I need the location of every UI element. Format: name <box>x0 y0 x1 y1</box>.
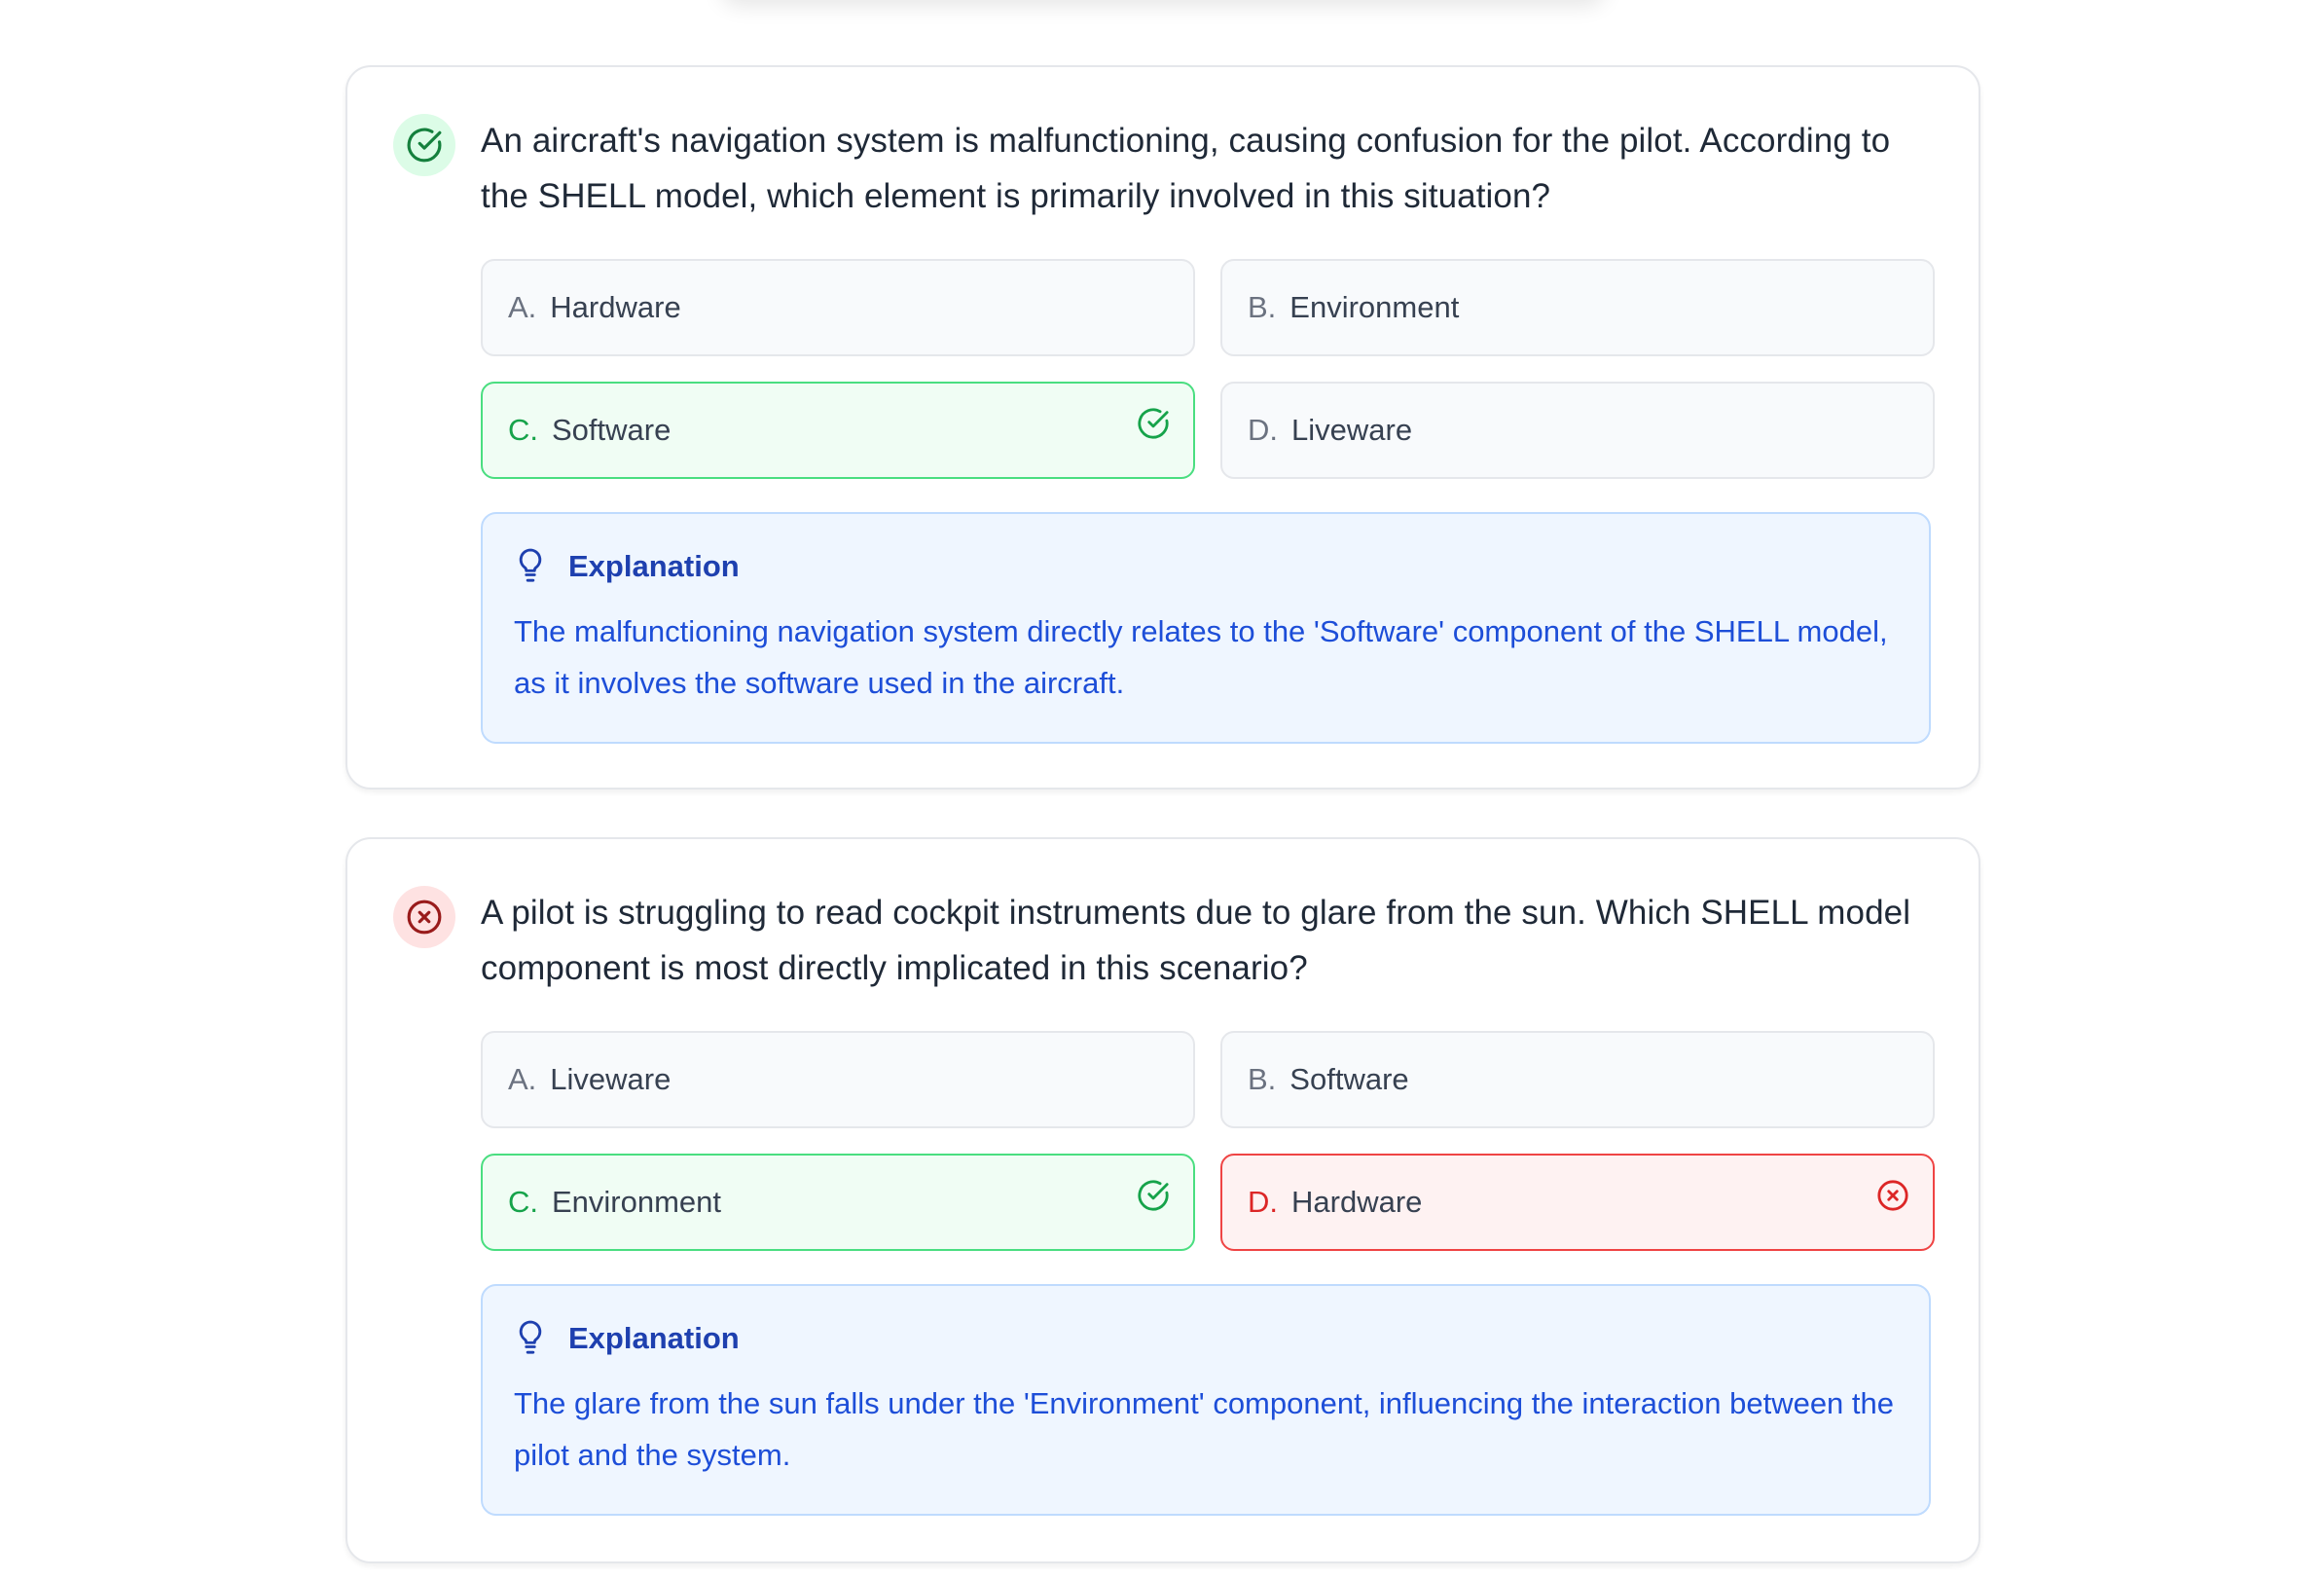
explanation-header: Explanation <box>514 1319 1898 1358</box>
option-c[interactable]: C. Environment <box>481 1154 1195 1251</box>
question-card: An aircraft's navigation system is malfu… <box>345 65 1980 790</box>
option-b[interactable]: B. Environment <box>1220 259 1935 356</box>
option-label: Liveware <box>550 1062 672 1096</box>
explanation-title: Explanation <box>568 1321 740 1355</box>
option-letter: D. <box>1248 1185 1278 1219</box>
option-letter: A. <box>508 290 537 324</box>
options-grid: A. Liveware B. Software C. Environment D… <box>481 1031 1935 1251</box>
option-letter: D. <box>1248 413 1278 447</box>
option-label: Software <box>552 413 672 447</box>
check-circle-icon <box>1138 1180 1169 1211</box>
option-label: Hardware <box>1291 1185 1423 1219</box>
lightbulb-icon <box>519 1320 542 1354</box>
explanation-box: Explanation The glare from the sun falls… <box>481 1284 1931 1516</box>
option-a[interactable]: A. Hardware <box>481 259 1195 356</box>
option-a[interactable]: A. Liveware <box>481 1031 1195 1128</box>
option-label: Hardware <box>550 290 681 324</box>
option-letter: C. <box>508 1185 538 1219</box>
option-label: Liveware <box>1291 413 1413 447</box>
option-letter: C. <box>508 413 538 447</box>
option-b[interactable]: B. Software <box>1220 1031 1935 1128</box>
check-circle-icon <box>393 114 455 176</box>
x-circle-icon <box>393 886 455 948</box>
question-text: An aircraft's navigation system is malfu… <box>481 122 1891 215</box>
options-grid: A. Hardware B. Environment C. Software D… <box>481 259 1935 479</box>
option-d[interactable]: D. Hardware <box>1220 1154 1935 1251</box>
check-circle-icon <box>1138 408 1169 439</box>
explanation-title: Explanation <box>568 549 740 583</box>
option-d[interactable]: D. Liveware <box>1220 382 1935 479</box>
explanation-header: Explanation <box>514 547 1898 586</box>
option-letter: B. <box>1248 1062 1277 1096</box>
lightbulb-icon <box>519 548 542 582</box>
explanation-text: The glare from the sun falls under the '… <box>514 1386 1895 1472</box>
question-card: A pilot is struggling to read cockpit in… <box>345 837 1980 1563</box>
x-circle-icon <box>1877 1180 1908 1211</box>
option-label: Environment <box>1289 290 1460 324</box>
option-label: Environment <box>552 1185 722 1219</box>
option-letter: B. <box>1248 290 1277 324</box>
option-label: Software <box>1289 1062 1409 1096</box>
option-letter: A. <box>508 1062 537 1096</box>
explanation-text: The malfunctioning navigation system dir… <box>514 614 1888 700</box>
question-text: A pilot is struggling to read cockpit in… <box>481 894 1911 987</box>
explanation-box: Explanation The malfunctioning navigatio… <box>481 512 1931 744</box>
option-c[interactable]: C. Software <box>481 382 1195 479</box>
